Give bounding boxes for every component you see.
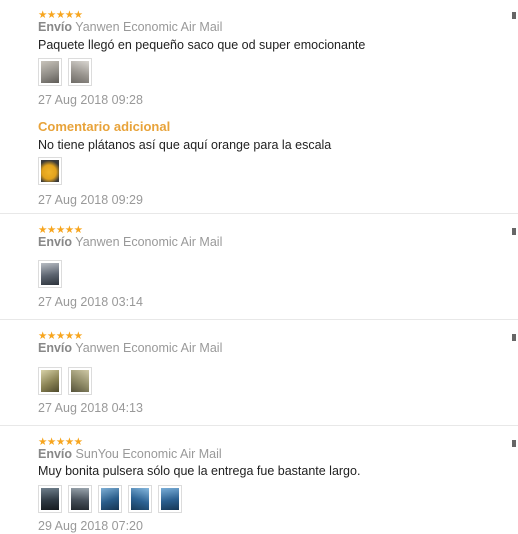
photo-thumbnail[interactable] (68, 367, 92, 395)
scroll-marker (512, 334, 516, 341)
scroll-marker (512, 440, 516, 447)
shipping-method: SunYou Economic Air Mail (75, 447, 222, 461)
photo-thumbnail[interactable] (128, 485, 152, 513)
shipping-label: Envío (38, 341, 73, 355)
additional-comment-title: Comentario adicional (38, 119, 171, 134)
shipping-info: Envío SunYou Economic Air Mail (38, 447, 222, 462)
photo-thumbnail[interactable] (38, 485, 62, 513)
shipping-method: Yanwen Economic Air Mail (75, 20, 223, 34)
scroll-marker (512, 228, 516, 235)
review-photos (38, 58, 92, 86)
divider (0, 425, 518, 426)
shipping-method: Yanwen Economic Air Mail (75, 341, 223, 355)
additional-photos (38, 157, 62, 185)
scroll-marker (512, 12, 516, 19)
photo-thumbnail[interactable] (38, 157, 62, 185)
review-photos (38, 367, 92, 395)
shipping-info: Envío Yanwen Economic Air Mail (38, 341, 222, 356)
photo-icon (41, 160, 59, 182)
review-photos (38, 260, 62, 288)
photo-thumbnail[interactable] (38, 260, 62, 288)
review-text: Muy bonita pulsera sólo que la entrega f… (38, 464, 361, 478)
additional-comment-date: 27 Aug 2018 09:29 (38, 193, 143, 207)
photo-icon (71, 488, 89, 510)
shipping-label: Envío (38, 447, 73, 461)
divider (0, 213, 518, 214)
shipping-info: Envío Yanwen Economic Air Mail (38, 20, 222, 35)
photo-icon (161, 488, 179, 510)
review-date: 27 Aug 2018 04:13 (38, 401, 143, 415)
photo-thumbnail[interactable] (68, 485, 92, 513)
photo-icon (101, 488, 119, 510)
review-text: Paquete llegó en pequeño saco que od sup… (38, 38, 366, 52)
shipping-label: Envío (38, 20, 73, 34)
review-photos (38, 485, 182, 513)
photo-icon (41, 488, 59, 510)
photo-thumbnail[interactable] (158, 485, 182, 513)
photo-icon (131, 488, 149, 510)
photo-thumbnail[interactable] (38, 367, 62, 395)
photo-icon (71, 370, 89, 392)
review-date: 27 Aug 2018 03:14 (38, 295, 143, 309)
photo-icon (41, 61, 59, 83)
photo-icon (71, 61, 89, 83)
review-date: 27 Aug 2018 09:28 (38, 93, 143, 107)
divider (0, 319, 518, 320)
shipping-label: Envío (38, 235, 73, 249)
photo-thumbnail[interactable] (98, 485, 122, 513)
shipping-method: Yanwen Economic Air Mail (75, 235, 223, 249)
photo-thumbnail[interactable] (68, 58, 92, 86)
shipping-info: Envío Yanwen Economic Air Mail (38, 235, 222, 250)
photo-icon (41, 370, 59, 392)
photo-thumbnail[interactable] (38, 58, 62, 86)
additional-comment-text: No tiene plátanos así que aquí orange pa… (38, 138, 332, 152)
photo-icon (41, 263, 59, 285)
